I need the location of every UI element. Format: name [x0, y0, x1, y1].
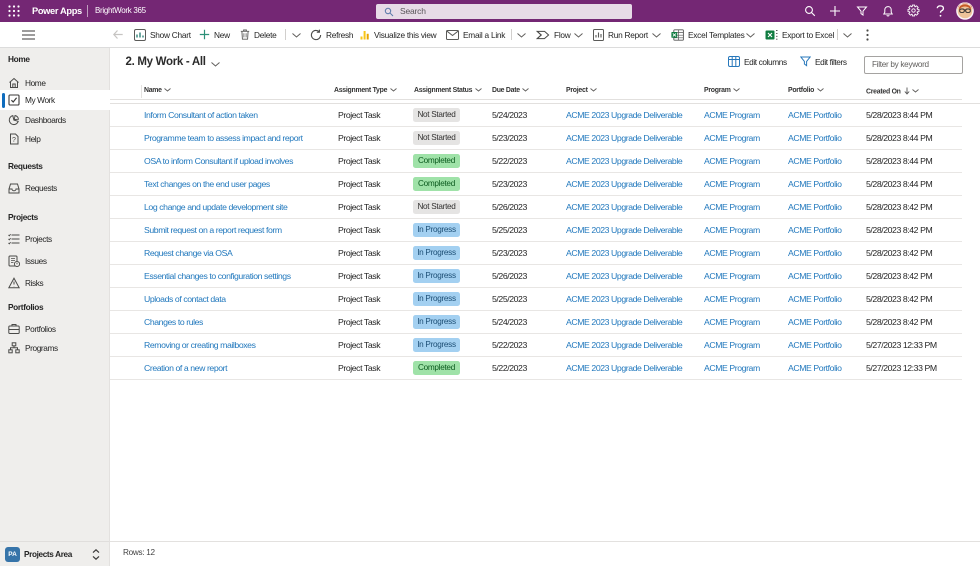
svg-text:?: ?	[12, 137, 16, 144]
